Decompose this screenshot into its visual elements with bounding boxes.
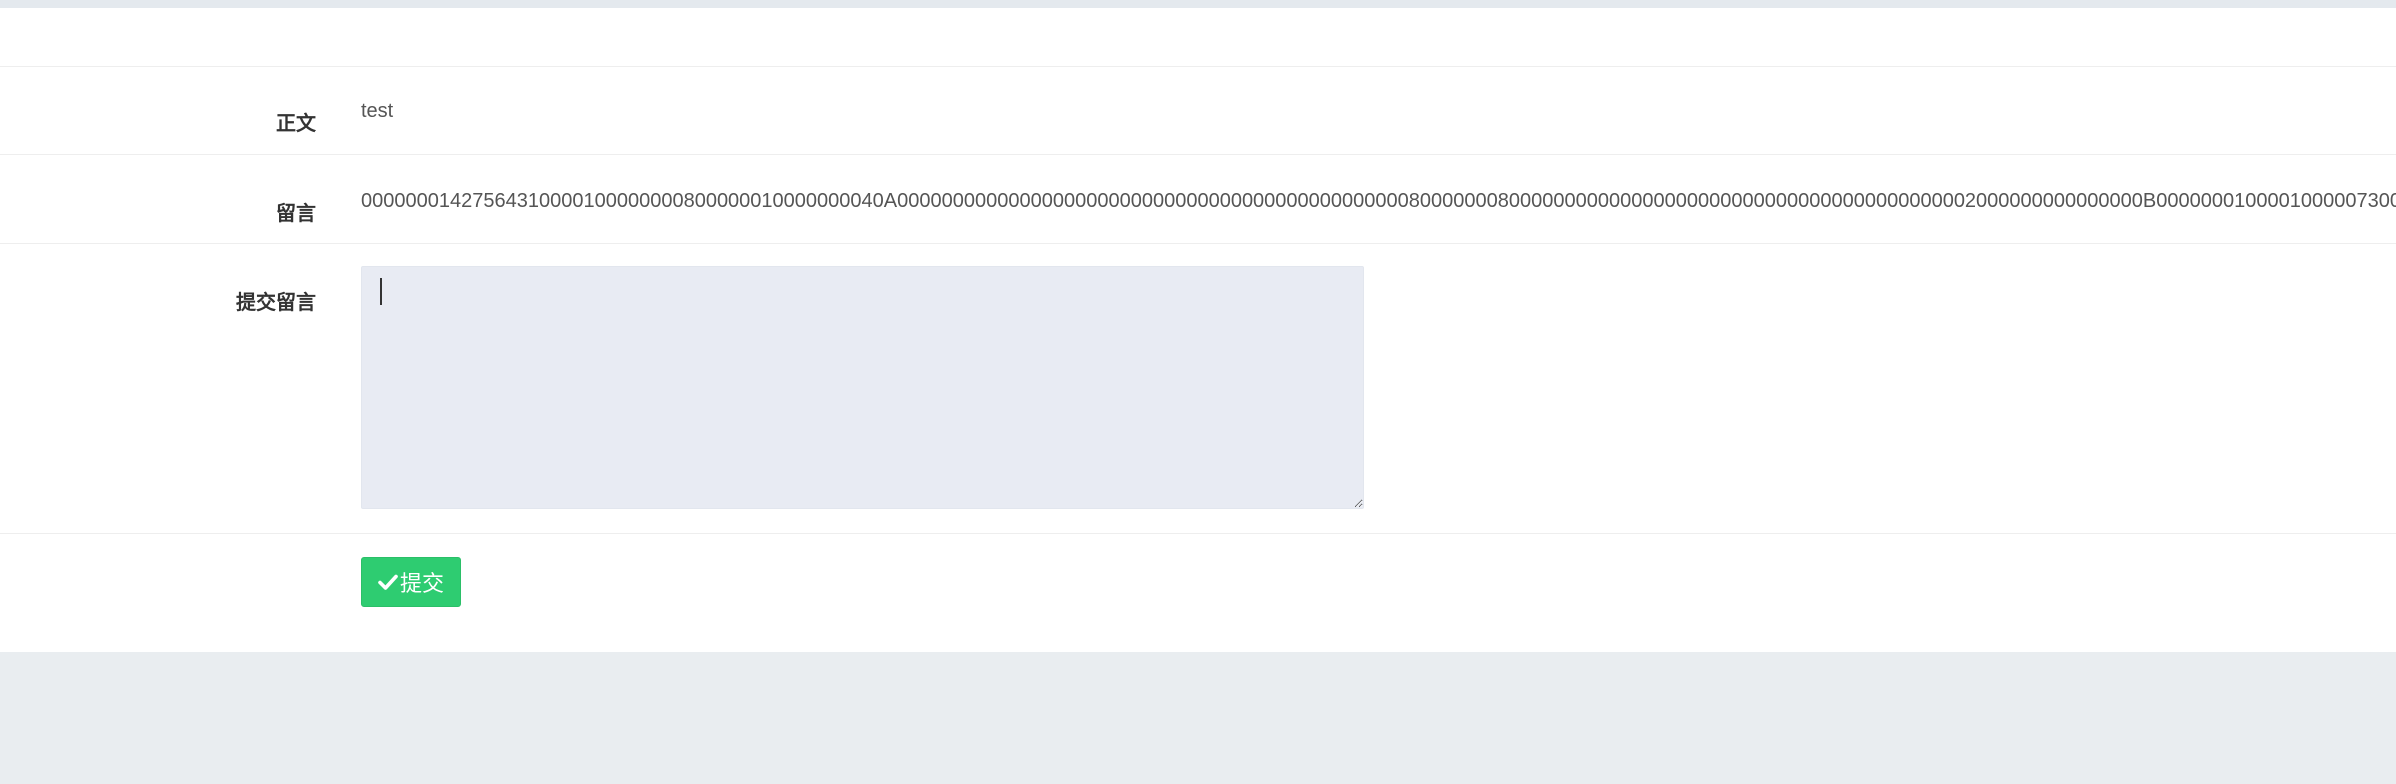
- submit-button[interactable]: 提交: [361, 557, 461, 607]
- content-value: test: [361, 100, 394, 122]
- content-label: 正文: [276, 113, 316, 135]
- comment-textarea[interactable]: [361, 266, 1364, 509]
- button-row: 提交: [0, 533, 2396, 652]
- submit-comment-label: 提交留言: [236, 292, 316, 314]
- submit-button-label: 提交: [399, 572, 444, 597]
- comment-row: 留言 0000000142756431000010000000080000001…: [0, 154, 2396, 243]
- check-icon: [378, 574, 398, 590]
- submit-comment-row: 提交留言: [0, 243, 2396, 533]
- top-strip: [0, 0, 2396, 8]
- text-caret: [380, 278, 382, 305]
- comment-textarea-wrapper: [361, 266, 1364, 509]
- content-row: 正文 test: [0, 66, 2396, 154]
- comment-value: 0000000142756431000010000000080000001000…: [361, 190, 2396, 212]
- comment-label: 留言: [276, 203, 316, 225]
- form-panel: 正文 test 留言 00000001427564310000100000000…: [0, 8, 2396, 652]
